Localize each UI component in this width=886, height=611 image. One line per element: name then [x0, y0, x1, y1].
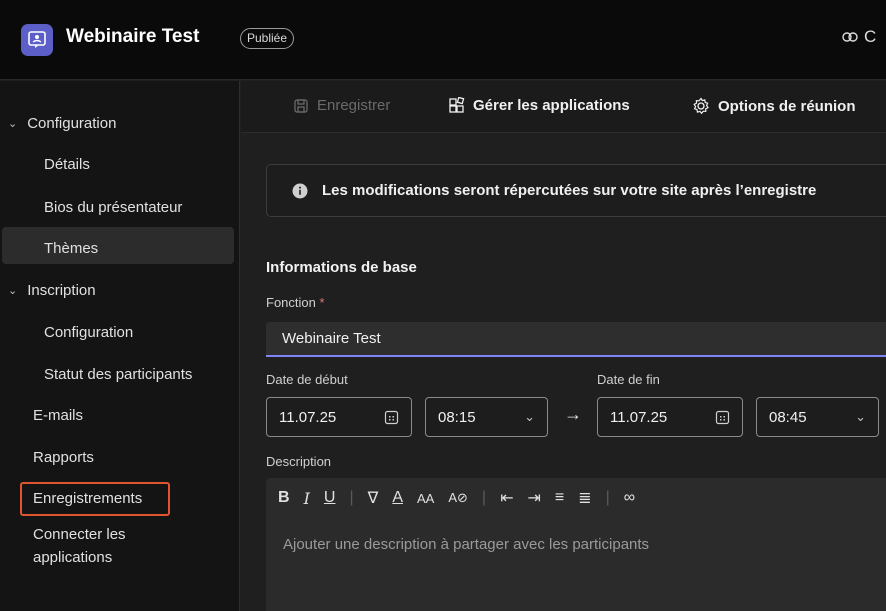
sidebar-item-attendee-status[interactable]: Statut des participants — [44, 366, 192, 383]
highlight-icon[interactable]: A — [392, 489, 403, 507]
sidebar-item-speaker-bios[interactable]: Bios du présentateur — [44, 199, 182, 216]
description-placeholder: Ajouter une description à partager avec … — [283, 536, 650, 553]
toolbar-separator: | — [605, 489, 610, 506]
start-time-select[interactable]: 08:15 ⌄ — [425, 397, 548, 437]
start-date-value: 11.07.25 — [279, 408, 337, 426]
end-time-select[interactable]: 08:45 ⌄ — [756, 397, 879, 437]
save-icon — [294, 98, 308, 113]
manage-apps-label: Gérer les applications — [473, 97, 630, 114]
outdent-icon[interactable]: ⇤ — [500, 488, 513, 508]
sidebar-group-label: Configuration — [27, 115, 117, 132]
copy-link-button[interactable]: C — [842, 27, 876, 47]
start-time-value: 08:15 — [438, 408, 476, 426]
toolbar: Enregistrer Gérer les applications Optio… — [241, 81, 886, 133]
description-label: Description — [266, 454, 332, 469]
description-editor[interactable]: B I U | ∇ A AA A⊘ | ⇤ ⇥ ≡ ≣ | ∞ Ajouter … — [266, 478, 886, 611]
start-date-picker[interactable]: 11.07.25 — [266, 397, 412, 437]
end-date-value: 11.07.25 — [610, 408, 668, 426]
chevron-down-icon: ⌄ — [855, 409, 866, 424]
clear-format-icon[interactable]: A⊘ — [448, 490, 468, 506]
strikethrough-icon[interactable]: ∇ — [368, 488, 379, 508]
save-button[interactable]: Enregistrer — [293, 97, 390, 114]
sidebar: ⌄ Configuration Détails Bios du présenta… — [0, 81, 240, 611]
toolbar-separator: | — [349, 489, 354, 506]
sidebar-item-connect-apps-line1[interactable]: Connecter les — [33, 526, 126, 543]
webinar-app-icon — [21, 24, 53, 56]
copy-link-label: C — [864, 27, 877, 46]
numbered-list-icon[interactable]: ≣ — [578, 488, 591, 508]
info-banner: Les modifications seront répercutées sur… — [266, 164, 886, 217]
bullet-list-icon[interactable]: ≡ — [555, 489, 564, 507]
sidebar-item-reports[interactable]: Rapports — [33, 449, 94, 466]
title-input[interactable]: Webinaire Test — [266, 322, 886, 357]
sidebar-item-emails[interactable]: E-mails — [33, 407, 83, 424]
sidebar-group-label: Inscription — [27, 282, 96, 299]
link-icon — [842, 32, 858, 42]
gear-icon — [693, 97, 709, 115]
sidebar-item-details[interactable]: Détails — [44, 156, 90, 173]
sidebar-item-registration-config[interactable]: Configuration — [44, 324, 133, 341]
link-icon[interactable]: ∞ — [624, 489, 635, 507]
webinar-title: Webinaire Test — [66, 26, 200, 47]
section-title: Informations de base — [266, 259, 417, 276]
bold-icon[interactable]: B — [278, 489, 290, 507]
end-date-picker[interactable]: 11.07.25 — [597, 397, 743, 437]
calendar-icon — [715, 410, 730, 424]
selected-item-background — [2, 227, 234, 264]
meeting-options-label: Options de réunion — [718, 97, 856, 115]
info-message: Les modifications seront répercutées sur… — [322, 182, 817, 199]
calendar-icon — [384, 410, 399, 424]
font-size-icon[interactable]: AA — [417, 491, 434, 506]
toolbar-separator: | — [481, 489, 487, 506]
end-date-label: Date de fin — [597, 372, 660, 387]
sidebar-item-themes[interactable]: Thèmes — [44, 240, 98, 257]
status-badge: Publiée — [240, 28, 295, 49]
save-label: Enregistrer — [317, 97, 391, 114]
underline-icon[interactable]: U — [324, 489, 336, 507]
app-header: Webinaire Test Publiée C — [0, 0, 886, 80]
rich-text-toolbar: B I U | ∇ A AA A⊘ | ⇤ ⇥ ≡ ≣ | ∞ — [266, 478, 886, 518]
meeting-options-button[interactable]: Options de réunion — [692, 97, 856, 115]
sidebar-item-connect-apps-line2[interactable]: applications — [33, 549, 112, 566]
main-content: Enregistrer Gérer les applications Optio… — [241, 81, 886, 611]
sidebar-group-configuration[interactable]: ⌄ Configuration — [8, 115, 116, 132]
end-time-value: 08:45 — [769, 408, 807, 426]
indent-icon[interactable]: ⇥ — [527, 488, 540, 508]
manage-apps-button[interactable]: Gérer les applications — [448, 97, 630, 114]
title-field-label: Fonction * — [266, 295, 325, 310]
sidebar-item-recordings[interactable]: Enregistrements — [33, 490, 142, 507]
arrow-right-icon: → — [564, 404, 582, 424]
title-label-text: Fonction — [266, 295, 316, 310]
italic-icon[interactable]: I — [304, 489, 310, 508]
info-icon — [292, 183, 308, 198]
apps-icon — [449, 97, 465, 113]
sidebar-group-registration[interactable]: ⌄ Inscription — [8, 282, 96, 299]
chevron-down-icon: ⌄ — [8, 118, 18, 130]
start-date-label: Date de début — [266, 372, 348, 387]
chevron-down-icon: ⌄ — [524, 409, 535, 424]
required-mark: * — [319, 295, 325, 310]
chevron-down-icon: ⌄ — [8, 285, 18, 297]
